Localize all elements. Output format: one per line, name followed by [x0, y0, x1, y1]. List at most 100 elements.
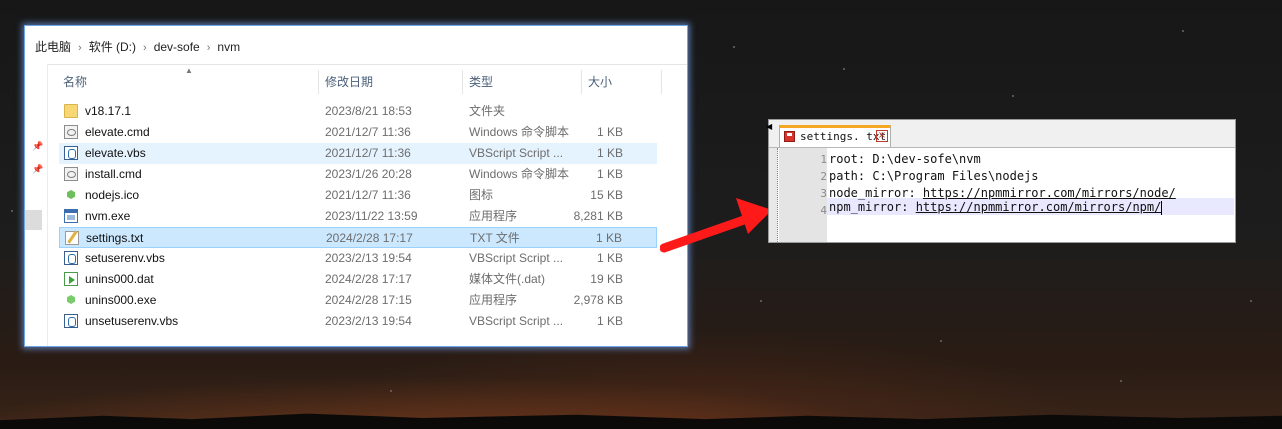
file-row[interactable]: elevate.cmd 2021/12/7 11:36 Windows 命令脚本…	[59, 122, 657, 143]
chevron-right-icon: ›	[143, 42, 147, 54]
tab-bar: ◀ settings. txt ×	[766, 120, 1235, 148]
star	[1250, 300, 1252, 302]
file-explorer-window: 此电脑 › 软件 (D:) › dev-sofe › nvm 📌 📌 ▲ 名称 修改日期 类…	[24, 25, 688, 347]
mountain-silhouette	[0, 413, 1282, 429]
vbs-file-icon	[64, 314, 78, 328]
file-name: settings.txt	[86, 231, 144, 245]
file-row-hovered[interactable]: elevate.vbs 2021/12/7 11:36 VBScript Scr…	[59, 143, 657, 164]
nodejs-icon	[64, 188, 78, 202]
column-header-date[interactable]: 修改日期	[325, 70, 373, 94]
star	[1120, 380, 1122, 382]
url-link[interactable]: https://npmmirror.com/mirrors/node/	[923, 186, 1176, 200]
file-type: VBScript Script ...	[469, 146, 564, 160]
file-row[interactable]: unins000.exe 2024/2/28 17:15 应用程序 2,978 …	[59, 290, 657, 311]
file-name: elevate.cmd	[85, 125, 150, 139]
file-row[interactable]: unsetuserenv.vbs 2023/2/13 19:54 VBScrip…	[59, 311, 657, 332]
file-date: 2023/2/13 19:54	[325, 251, 412, 265]
file-date: 2023/2/13 19:54	[325, 314, 412, 328]
sort-ascending-icon: ▲	[185, 66, 193, 75]
code-text: npm_mirror:	[829, 200, 916, 214]
file-size: 1 KB	[596, 251, 623, 265]
file-row[interactable]: v18.17.1 2023/8/21 18:53 文件夹	[59, 101, 657, 122]
column-divider[interactable]	[318, 70, 319, 94]
red-arrow-annotation	[660, 198, 772, 253]
line-number: 2	[820, 170, 827, 183]
file-date: 2023/11/22 13:59	[325, 209, 418, 223]
file-type: VBScript Script ...	[469, 314, 564, 328]
file-name: v18.17.1	[85, 104, 132, 118]
file-type: 媒体文件(.dat)	[469, 272, 546, 286]
txt-file-icon	[65, 231, 79, 245]
file-size: 1 KB	[595, 231, 622, 245]
file-size: 8,281 KB	[573, 209, 623, 223]
star	[733, 46, 735, 48]
star	[1182, 30, 1184, 32]
file-row[interactable]: unins000.dat 2024/2/28 17:17 媒体文件(.dat) …	[59, 269, 657, 290]
file-date: 2024/2/28 17:17	[325, 272, 412, 286]
column-divider[interactable]	[462, 70, 463, 94]
file-name: setuserenv.vbs	[85, 251, 165, 265]
pin-icon: 📌	[32, 141, 44, 151]
column-header-type[interactable]: 类型	[469, 70, 493, 94]
line-number: 1	[820, 153, 827, 166]
file-date: 2023/8/21 18:53	[325, 104, 412, 118]
file-type: Windows 命令脚本	[469, 125, 570, 139]
column-divider[interactable]	[661, 70, 662, 94]
file-size: 2,978 KB	[573, 293, 623, 307]
star	[940, 340, 942, 342]
code-line[interactable]: root: D:\dev-sofe\nvm	[829, 151, 981, 168]
file-size: 19 KB	[590, 272, 623, 286]
breadcrumb-dev-sofe[interactable]: dev-sofe	[154, 40, 200, 54]
exe-file-icon	[64, 209, 78, 223]
code-line[interactable]: npm_mirror: https://npmmirror.com/mirror…	[829, 199, 1163, 216]
file-row-selected[interactable]: settings.txt 2024/2/28 17:17 TXT 文件 1 KB	[59, 227, 657, 248]
pin-icon: 📌	[32, 164, 44, 174]
file-type: 应用程序	[469, 293, 518, 307]
column-divider[interactable]	[581, 70, 582, 94]
line-number: 3	[820, 187, 827, 200]
url-link[interactable]: https://npmmirror.com/mirrors/npm/	[916, 200, 1162, 214]
navigation-selected-item[interactable]	[25, 210, 42, 230]
file-size: 15 KB	[590, 188, 623, 202]
file-size: 1 KB	[596, 167, 623, 181]
folder-icon	[64, 104, 78, 118]
close-tab-icon[interactable]: ×	[876, 130, 888, 142]
vbs-file-icon	[64, 146, 78, 160]
column-header-size[interactable]: 大小	[588, 70, 612, 94]
file-row[interactable]: nodejs.ico 2021/12/7 11:36 图标 15 KB	[59, 185, 657, 206]
file-row[interactable]: setuserenv.vbs 2023/2/13 19:54 VBScript …	[59, 248, 657, 269]
file-name: nvm.exe	[85, 209, 131, 223]
file-size: 1 KB	[596, 314, 623, 328]
code-line[interactable]: path: C:\Program Files\nodejs	[829, 168, 1039, 185]
file-date: 2023/1/26 20:28	[325, 167, 412, 181]
breadcrumb: 此电脑 › 软件 (D:) › dev-sofe › nvm	[35, 38, 240, 55]
code-text: root: D:\dev-sofe\nvm	[829, 152, 981, 166]
file-size: 1 KB	[596, 146, 623, 160]
file-row[interactable]: nvm.exe 2023/11/22 13:59 应用程序 8,281 KB	[59, 206, 657, 227]
file-date: 2021/12/7 11:36	[325, 146, 411, 160]
breadcrumb-nvm[interactable]: nvm	[217, 40, 240, 54]
breadcrumb-drive-d[interactable]: 软件 (D:)	[89, 40, 136, 54]
star	[843, 68, 845, 70]
file-row[interactable]: install.cmd 2023/1/26 20:28 Windows 命令脚本…	[59, 164, 657, 185]
column-header-name[interactable]: 名称	[63, 70, 87, 94]
file-name: nodejs.ico	[85, 188, 140, 202]
file-type: 应用程序	[469, 209, 518, 223]
breadcrumb-this-pc[interactable]: 此电脑	[35, 40, 71, 54]
file-name: unins000.dat	[85, 272, 154, 286]
tab-settings-txt[interactable]: settings. txt ×	[779, 125, 891, 147]
star	[760, 300, 762, 302]
media-file-icon	[64, 272, 78, 286]
file-date: 2021/12/7 11:36	[325, 125, 411, 139]
installer-icon	[64, 293, 78, 307]
file-type: 图标	[469, 188, 494, 202]
code-text: path: C:\Program Files\nodejs	[829, 169, 1039, 183]
line-number: 4	[820, 204, 827, 217]
file-name: unsetuserenv.vbs	[85, 314, 179, 328]
star	[390, 390, 392, 392]
file-type: TXT 文件	[470, 231, 520, 245]
navigation-pane[interactable]: 📌 📌	[25, 64, 47, 346]
file-name: install.cmd	[85, 167, 142, 181]
address-bar[interactable]: 此电脑 › 软件 (D:) › dev-sofe › nvm	[25, 26, 687, 65]
pane-splitter[interactable]	[47, 64, 48, 346]
